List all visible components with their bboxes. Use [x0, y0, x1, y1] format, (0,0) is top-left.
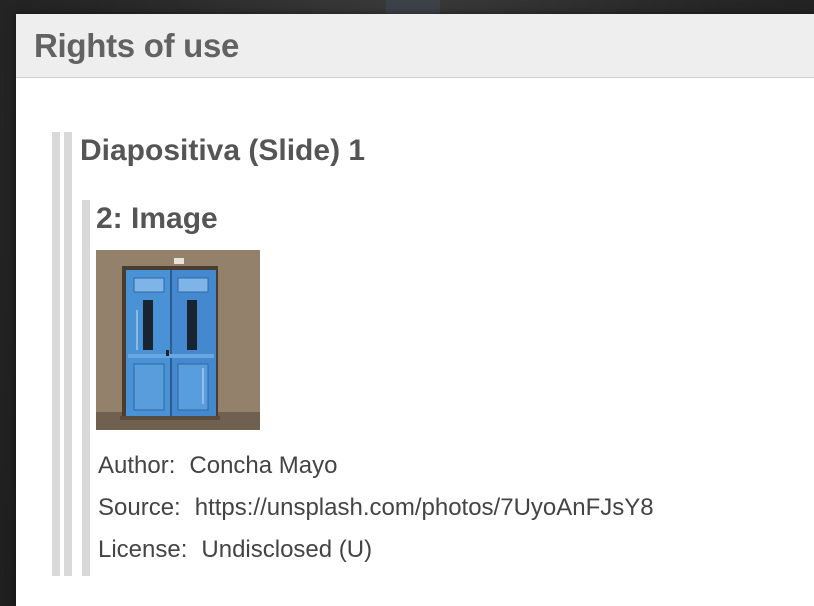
- rights-of-use-dialog: Rights of use Diapositiva (Slide) 1 2: I…: [16, 14, 814, 606]
- source-label: Source:: [98, 494, 181, 521]
- license-label: License:: [98, 536, 188, 563]
- source-value[interactable]: https://unsplash.com/photos/7UyoAnFJsY8: [195, 494, 654, 521]
- license-value: Undisclosed (U): [201, 536, 373, 563]
- author-label: Author:: [98, 452, 176, 479]
- toolbar-handle: [386, 0, 440, 14]
- image-item-section: 2: Image Author: Concha Mayo Source: htt…: [82, 200, 782, 576]
- slide-section-inner: Diapositiva (Slide) 1 2: Image Author: C…: [64, 132, 784, 576]
- slide-section: Diapositiva (Slide) 1 2: Image Author: C…: [52, 132, 792, 576]
- image-item-title: 2: Image: [96, 202, 218, 235]
- slide-title: Diapositiva (Slide) 1: [80, 134, 366, 167]
- license-row: License: Undisclosed (U): [98, 536, 372, 564]
- author-value: Concha Mayo: [189, 452, 338, 479]
- source-row: Source: https://unsplash.com/photos/7UyoA…: [98, 494, 654, 522]
- image-thumbnail: [96, 250, 260, 430]
- dialog-title: Rights of use: [34, 26, 240, 64]
- author-row: Author: Concha Mayo: [98, 452, 337, 480]
- dialog-header: Rights of use: [16, 14, 814, 78]
